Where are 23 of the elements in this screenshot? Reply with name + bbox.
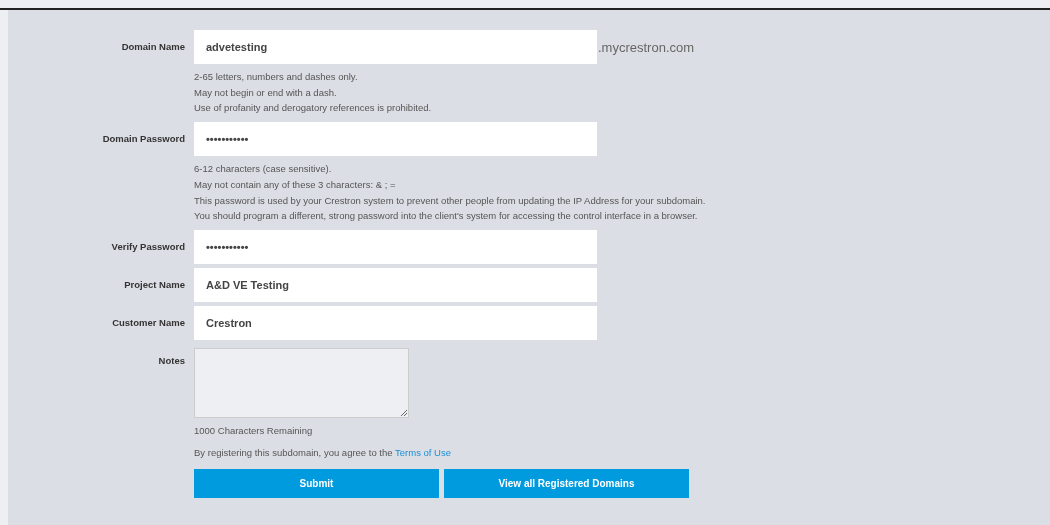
notes-field[interactable] — [194, 347, 409, 418]
hint-text: You should program a different, strong password into the client's system for accessing the control interface in a browser. — [194, 209, 699, 224]
field-label: Customer Name — [111, 315, 186, 330]
input-field[interactable]: ••••••••••• — [194, 122, 597, 157]
resize-grip-icon — [400, 408, 407, 416]
input-field[interactable]: A&D VE Testing — [194, 267, 597, 302]
input-field[interactable]: Crestron — [194, 305, 597, 340]
hint-text: 6-12 characters (case sensitive). — [194, 162, 333, 177]
input-field[interactable]: advetesting — [194, 30, 597, 64]
field-label: Notes — [157, 353, 186, 368]
hint-text: Use of profanity and derogatory references is prohibited. — [194, 101, 433, 116]
hint-text: 1000 Characters Remaining — [194, 423, 314, 438]
terms-text: By registering this subdomain, you agree to the Terms of Use — [194, 445, 452, 460]
hint-text: May not begin or end with a dash. — [194, 85, 338, 100]
field-label: Verify Password — [110, 239, 186, 254]
domain-suffix: .mycrestron.com — [598, 39, 695, 55]
hint-text: 2-65 letters, numbers and dashes only. — [194, 70, 359, 84]
hint-text: May not contain any of these 3 characters: & ; = — [194, 177, 397, 192]
input-field[interactable]: ••••••••••• — [194, 229, 597, 264]
field-label: Project Name — [123, 277, 186, 292]
field-label: Domain Password — [101, 132, 186, 147]
hint-text: This password is used by your Crestron system to prevent other people from updating the IP Address for your subdomain. — [194, 193, 706, 208]
field-label: Domain Name — [120, 40, 186, 54]
